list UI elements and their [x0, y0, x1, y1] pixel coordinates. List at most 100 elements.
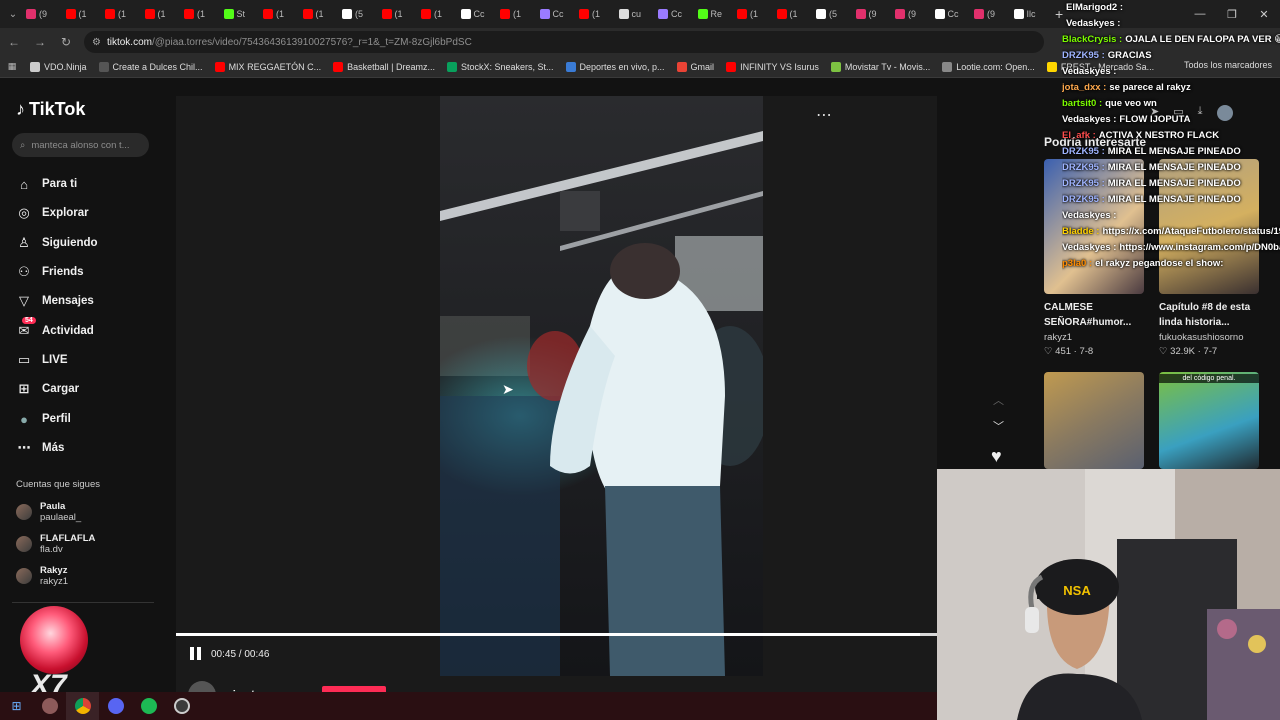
browser-tab[interactable]: Cc	[929, 3, 969, 25]
browser-tab[interactable]: Cc	[534, 3, 574, 25]
browser-tab[interactable]: (1	[178, 3, 218, 25]
browser-tab[interactable]: Re	[692, 3, 732, 25]
tab-label: (1	[315, 9, 324, 19]
sidebar-item-cargar[interactable]: ⊞ Cargar	[16, 379, 80, 399]
sidebar-item-perfil[interactable]: ● Perfil	[16, 409, 71, 429]
browser-tab[interactable]: Ilc	[1008, 3, 1048, 25]
sidebar-item-label: Para ti	[42, 178, 78, 190]
apps-grid-icon[interactable]: ▦	[0, 61, 24, 72]
browser-tab[interactable]: (1	[139, 3, 179, 25]
chat-username: Vedaskyes :	[1062, 114, 1117, 125]
browser-tab[interactable]: (1	[494, 3, 534, 25]
video-frame[interactable]: ➤	[440, 96, 763, 676]
sidebar-item-explorar[interactable]: ◎ Explorar	[16, 203, 88, 223]
previous-video-chevron-icon[interactable]: ︿	[993, 392, 1004, 408]
next-video-chevron-icon[interactable]: ﹀	[993, 418, 1004, 434]
card-thumbnail[interactable]	[1044, 372, 1144, 469]
card-thumbnail[interactable]: del código penal.	[1159, 372, 1259, 469]
taskbar-discord[interactable]	[99, 692, 132, 720]
bookmark-label: Create a Dulces Chil...	[112, 61, 203, 72]
browser-tab[interactable]: (1	[99, 3, 139, 25]
chat-username: Vedaskyes :	[1066, 18, 1121, 29]
sidebar-item-label: Cargar	[42, 383, 80, 395]
recommendation-card[interactable]: del código penal.	[1159, 372, 1259, 469]
chat-username: DRZK95 :	[1062, 194, 1105, 205]
tab-label: (1	[394, 9, 403, 19]
taskbar-spotify[interactable]	[132, 692, 165, 720]
bookmark-item[interactable]: Movistar Tv - Movis...	[825, 61, 936, 72]
start-button[interactable]: ⊞	[0, 692, 33, 720]
browser-tab[interactable]: Cc	[455, 3, 495, 25]
sidebar-item-actividad[interactable]: ✉ 54 Actividad	[16, 317, 94, 341]
time-current: 00:45	[211, 649, 237, 660]
url-domain: tiktok.com	[106, 36, 152, 48]
video-player[interactable]: ➤	[176, 96, 937, 692]
bookmark-item[interactable]: Deportes en vivo, p...	[560, 61, 671, 72]
back-button[interactable]: ←	[2, 30, 26, 54]
sidebar-item-mensajes[interactable]: ▽ Mensajes	[16, 291, 94, 311]
browser-tab[interactable]: (1	[257, 3, 297, 25]
sidebar: ♪ TikTok ⌕ manteca alonso con t... ⌂ Para…	[0, 79, 165, 702]
taskbar-app-1[interactable]	[33, 692, 66, 720]
browser-tab[interactable]: (1	[415, 3, 455, 25]
tiktok-logo[interactable]: ♪ TikTok	[16, 99, 85, 120]
tab-label: (1	[592, 9, 601, 19]
chat-text: OJALA LE DEN FALOPA PA VER 😁 SE	[1125, 34, 1280, 45]
pause-button[interactable]	[190, 647, 204, 661]
recommendation-card[interactable]	[1044, 372, 1144, 469]
search-input[interactable]: ⌕ manteca alonso con t...	[12, 133, 149, 157]
browser-tab[interactable]: (1	[60, 3, 100, 25]
video-progress-bar[interactable]	[176, 633, 937, 636]
following-account[interactable]: FLAFLAFLA fla.dv	[16, 533, 95, 555]
bookmark-item[interactable]: MIX REGGAETÓN C...	[209, 61, 328, 72]
chat-text: GRACIAS	[1107, 50, 1152, 61]
following-account[interactable]: Paula paulaeal_	[16, 501, 81, 523]
reload-button[interactable]: ↻	[54, 30, 78, 54]
browser-tab[interactable]: (1	[731, 3, 771, 25]
card-username: fukuokasushiosorno	[1159, 332, 1244, 343]
browser-tab[interactable]: (1	[771, 3, 811, 25]
tab-search-chevron-icon[interactable]: ⌄	[6, 9, 20, 20]
sidebar-item-para-ti[interactable]: ⌂ Para ti	[16, 174, 77, 194]
bookmark-item[interactable]: StockX: Sneakers, St...	[441, 61, 560, 72]
like-heart-icon[interactable]: ♥	[991, 446, 1002, 467]
more-options-icon[interactable]: ⋯	[816, 105, 833, 125]
bookmark-item[interactable]: Basketball | Dreamz...	[327, 61, 441, 72]
sidebar-item-friends[interactable]: ⚇ Friends	[16, 262, 83, 282]
sidebar-item-más[interactable]: ⋯ Más	[16, 438, 65, 458]
browser-tab[interactable]: cu	[613, 3, 653, 25]
browser-tab[interactable]: (9	[889, 3, 929, 25]
browser-tab[interactable]: (1	[297, 3, 337, 25]
sidebar-item-siguiendo[interactable]: ♙ Siguiendo	[16, 233, 97, 253]
card-date: 7-8	[1079, 346, 1094, 357]
taskbar-obs[interactable]	[165, 692, 198, 720]
browser-tab[interactable]: (5	[810, 3, 850, 25]
browser-tab[interactable]: (9	[968, 3, 1008, 25]
chat-text: ACTIVA X NESTRO FLACK	[1098, 130, 1220, 141]
bookmark-item[interactable]: INFINITY VS Isurus	[720, 61, 825, 72]
chat-text: MIRA EL MENSAJE PINEADO	[1107, 146, 1241, 157]
tab-label: Cc	[552, 9, 564, 19]
search-placeholder: manteca alonso con t...	[31, 139, 130, 151]
bookmark-item[interactable]: Gmail	[671, 61, 721, 72]
url-bar[interactable]: ⚙ tiktok.com/@piaa.torres/video/75436436…	[84, 31, 1044, 53]
account-name: FLAFLAFLA	[40, 533, 96, 544]
bookmark-favicon-icon	[333, 61, 344, 72]
browser-tab[interactable]: (1	[376, 3, 416, 25]
browser-tab[interactable]: St	[218, 3, 258, 25]
sidebar-item-live[interactable]: ▭ LIVE	[16, 350, 68, 370]
browser-tab[interactable]: Cc	[652, 3, 692, 25]
following-account[interactable]: Rakyz rakyz1	[16, 565, 68, 587]
browser-tab[interactable]: (9	[20, 3, 60, 25]
browser-tab[interactable]: (5	[336, 3, 376, 25]
taskbar-chrome[interactable]	[66, 692, 99, 720]
browser-tab[interactable]: (1	[573, 3, 613, 25]
account-text: Rakyz rakyz1	[40, 565, 68, 587]
site-info-icon[interactable]: ⚙	[92, 37, 101, 48]
bookmark-item[interactable]: Create a Dulces Chil...	[93, 61, 209, 72]
stream-overlay-orb	[20, 606, 88, 674]
forward-button[interactable]: →	[28, 30, 52, 54]
bookmark-item[interactable]: VDO.Ninja	[24, 61, 93, 72]
browser-tab[interactable]: (9	[850, 3, 890, 25]
bookmark-item[interactable]: Lootie.com: Open...	[936, 61, 1041, 72]
